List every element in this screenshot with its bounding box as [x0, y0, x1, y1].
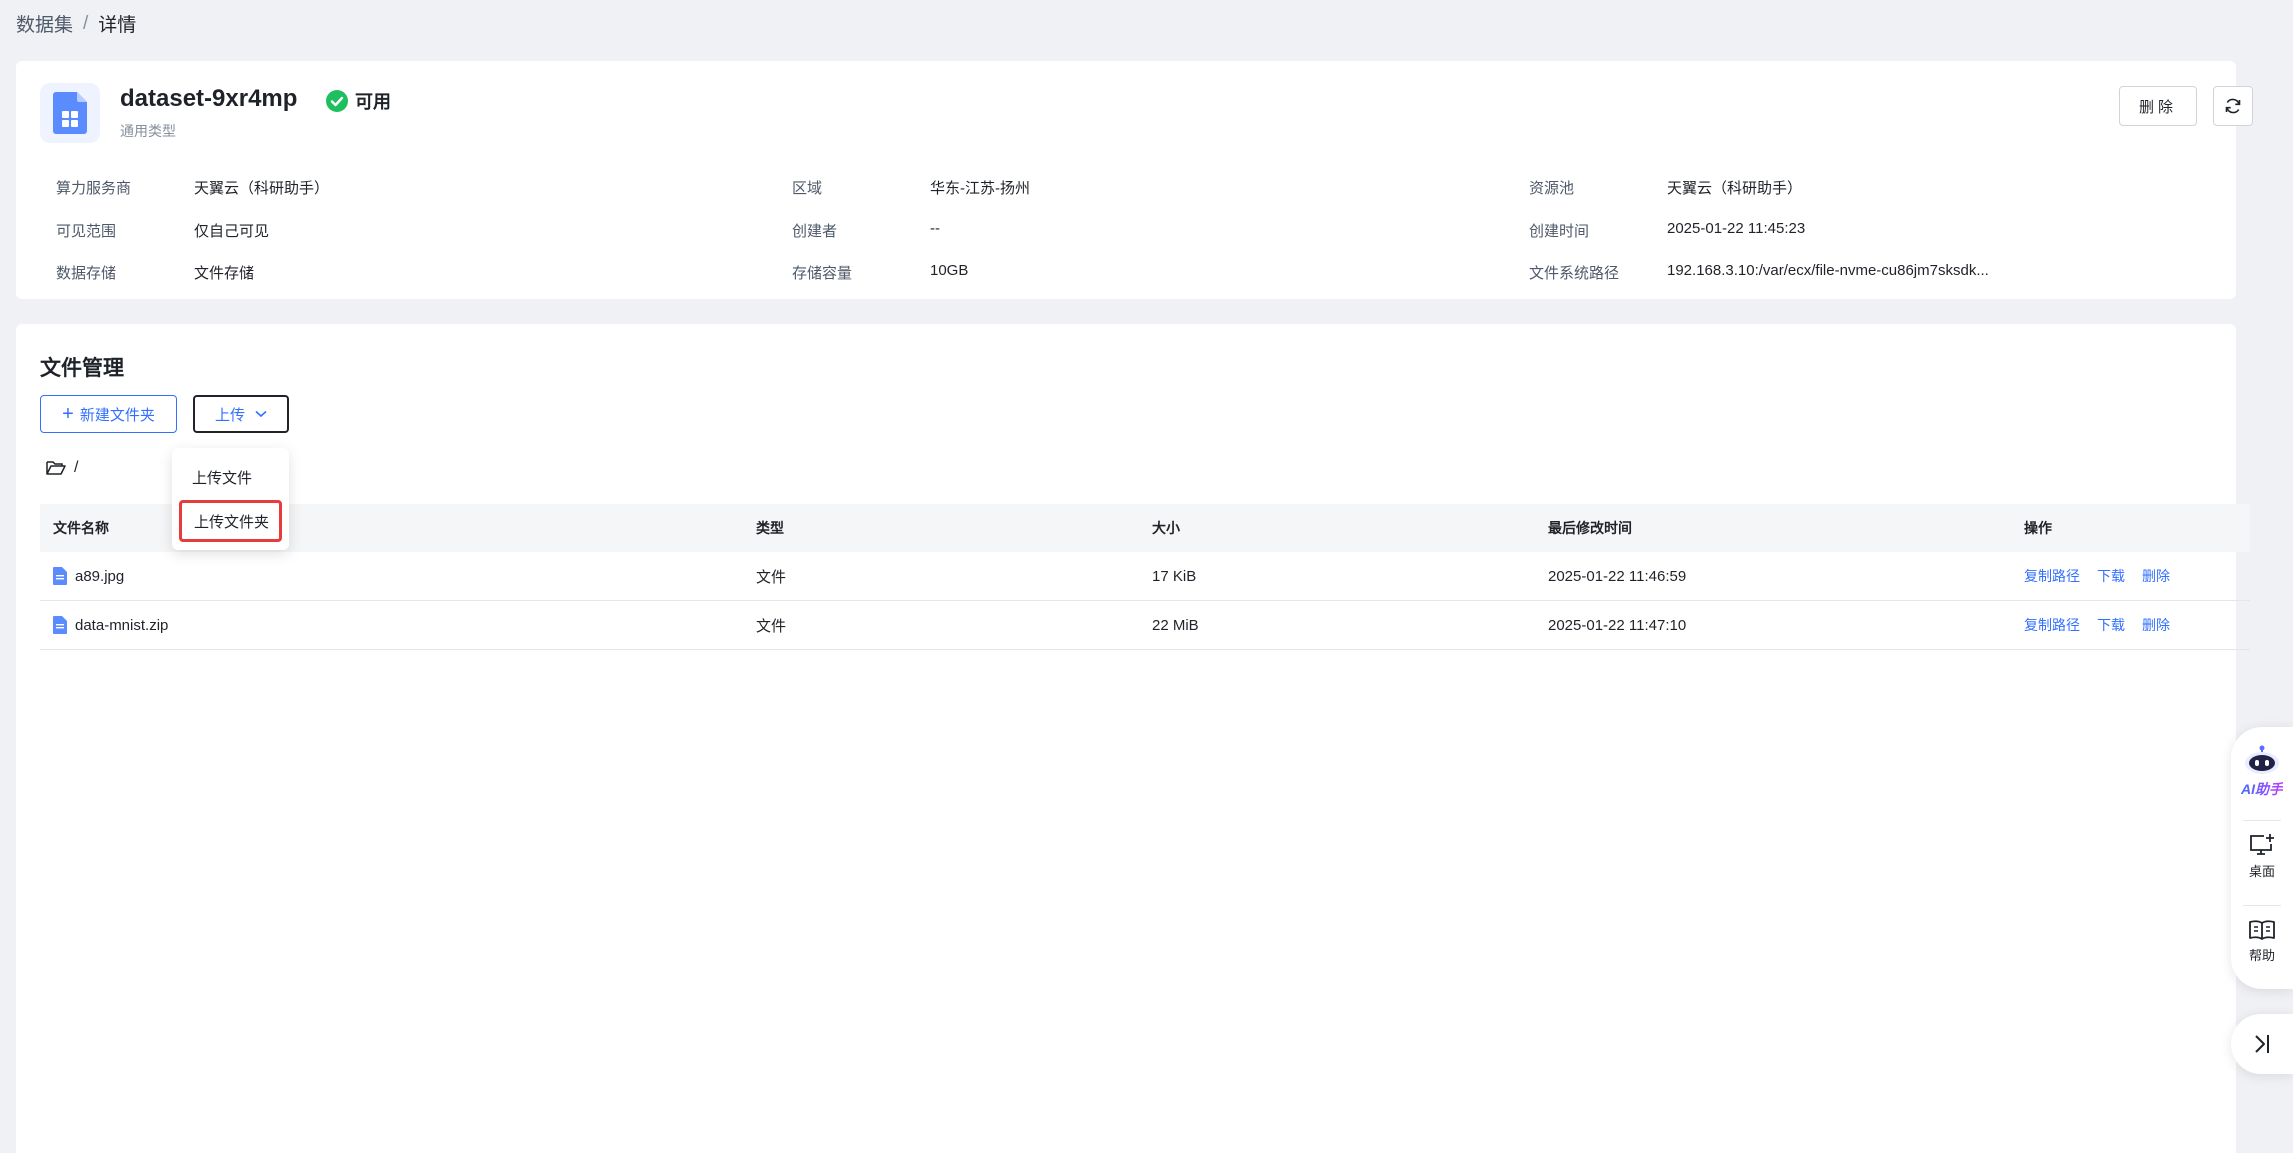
chevron-down-icon — [255, 410, 267, 418]
info-fs-path: 文件系统路径 192.168.3.10:/var/ecx/file-nvme-c… — [1529, 262, 1989, 282]
info-creator: 创建者 -- — [792, 220, 940, 240]
collapse-right-icon — [2255, 1035, 2269, 1053]
delete-link[interactable]: 删除 — [2142, 566, 2170, 586]
book-icon — [2249, 920, 2275, 940]
new-folder-button[interactable]: + 新建文件夹 — [40, 395, 177, 433]
info-resource-pool: 资源池 天翼云（科研助手） — [1529, 180, 1803, 197]
table-header: 文件名称 类型 大小 最后修改时间 操作 — [40, 504, 2250, 552]
refresh-icon — [2225, 98, 2241, 114]
info-capacity: 存储容量 10GB — [792, 262, 969, 282]
dataset-file-icon — [40, 83, 100, 143]
divider — [2243, 905, 2281, 906]
desktop-label: 桌面 — [2248, 864, 2275, 879]
table-row: a89.jpg 文件 17 KiB 2025-01-22 11:46:59 复制… — [40, 552, 2250, 601]
desktop-button[interactable]: 桌面 — [2231, 833, 2293, 880]
section-title: 文件管理 — [40, 357, 124, 380]
file-type: 文件 — [756, 568, 787, 586]
info-storage: 数据存储 文件存储 — [56, 265, 255, 282]
table-row: data-mnist.zip 文件 22 MiB 2025-01-22 11:4… — [40, 601, 2250, 650]
dataset-info-grid: 算力服务商 天翼云（科研助手） 区域 华东-江苏-扬州 资源池 天翼云（科研助手… — [56, 161, 2236, 291]
breadcrumb-parent[interactable]: 数据集 — [16, 10, 73, 37]
delete-button[interactable]: 删除 — [2119, 86, 2197, 126]
desktop-add-icon — [2250, 834, 2274, 855]
delete-link[interactable]: 删除 — [2142, 615, 2170, 635]
download-link[interactable]: 下载 — [2097, 615, 2125, 635]
dataset-type: 通用类型 — [120, 123, 176, 139]
column-header-modified: 最后修改时间 — [1548, 520, 1632, 536]
copy-path-link[interactable]: 复制路径 — [2024, 615, 2080, 635]
file-icon — [53, 567, 67, 585]
info-provider: 算力服务商 天翼云（科研助手） — [56, 180, 330, 197]
info-created-time: 创建时间 2025-01-22 11:45:23 — [1529, 220, 1806, 240]
file-name[interactable]: data-mnist.zip — [75, 617, 168, 634]
ai-assistant-label: AI助手 — [2241, 781, 2283, 797]
file-management-card: 文件管理 + 新建文件夹 上传 / 文件名称 类型 大小 最后修改时间 操作 a… — [16, 324, 2250, 1153]
floating-toolbar: AI助手 桌面 帮助 — [2231, 727, 2293, 989]
dataset-detail-card: dataset-9xr4mp 可用 通用类型 删除 算力服务商 天翼云（科研助手… — [16, 61, 2253, 299]
ai-assistant-button[interactable]: AI助手 — [2231, 745, 2293, 799]
folder-open-icon — [46, 461, 66, 475]
menu-item-upload-file[interactable]: 上传文件 — [172, 457, 289, 497]
upload-dropdown-menu: 上传文件 上传文件夹 — [172, 448, 289, 550]
path-text[interactable]: / — [74, 459, 78, 477]
column-header-size: 大小 — [1152, 520, 1180, 536]
status-badge: 可用 — [326, 88, 391, 114]
upload-label: 上传 — [214, 406, 245, 424]
status-text: 可用 — [355, 92, 391, 112]
collapse-panel-button[interactable] — [2231, 1014, 2293, 1074]
upload-button[interactable]: 上传 — [193, 395, 289, 433]
dataset-name: dataset-9xr4mp — [120, 85, 298, 112]
file-table: 文件名称 类型 大小 最后修改时间 操作 a89.jpg 文件 17 KiB 2… — [40, 504, 2250, 650]
plus-icon: + — [62, 403, 74, 425]
file-modified: 2025-01-22 11:46:59 — [1548, 567, 1687, 585]
download-link[interactable]: 下载 — [2097, 566, 2125, 586]
file-name[interactable]: a89.jpg — [75, 568, 124, 585]
breadcrumb: 数据集 / 详情 — [16, 10, 136, 37]
file-icon — [53, 616, 67, 634]
column-header-type: 类型 — [756, 520, 784, 536]
column-header-name: 文件名称 — [53, 520, 109, 536]
info-region: 区域 华东-江苏-扬州 — [792, 180, 1030, 197]
breadcrumb-current: 详情 — [98, 15, 137, 36]
refresh-button[interactable] — [2213, 86, 2253, 126]
column-header-actions: 操作 — [2024, 520, 2052, 536]
file-size: 22 MiB — [1152, 616, 1199, 634]
file-modified: 2025-01-22 11:47:10 — [1548, 616, 1687, 634]
check-circle-icon — [326, 90, 348, 112]
robot-icon — [2245, 745, 2279, 774]
file-type: 文件 — [756, 617, 787, 635]
menu-item-upload-folder[interactable]: 上传文件夹 — [179, 500, 282, 542]
info-visibility: 可见范围 仅自己可见 — [56, 223, 270, 240]
file-size: 17 KiB — [1152, 567, 1197, 585]
copy-path-link[interactable]: 复制路径 — [2024, 566, 2080, 586]
breadcrumb-separator: / — [83, 12, 89, 34]
help-button[interactable]: 帮助 — [2231, 919, 2293, 964]
help-label: 帮助 — [2248, 948, 2275, 963]
new-folder-label: 新建文件夹 — [79, 406, 155, 424]
divider — [2243, 820, 2281, 821]
current-path: / — [46, 459, 78, 477]
